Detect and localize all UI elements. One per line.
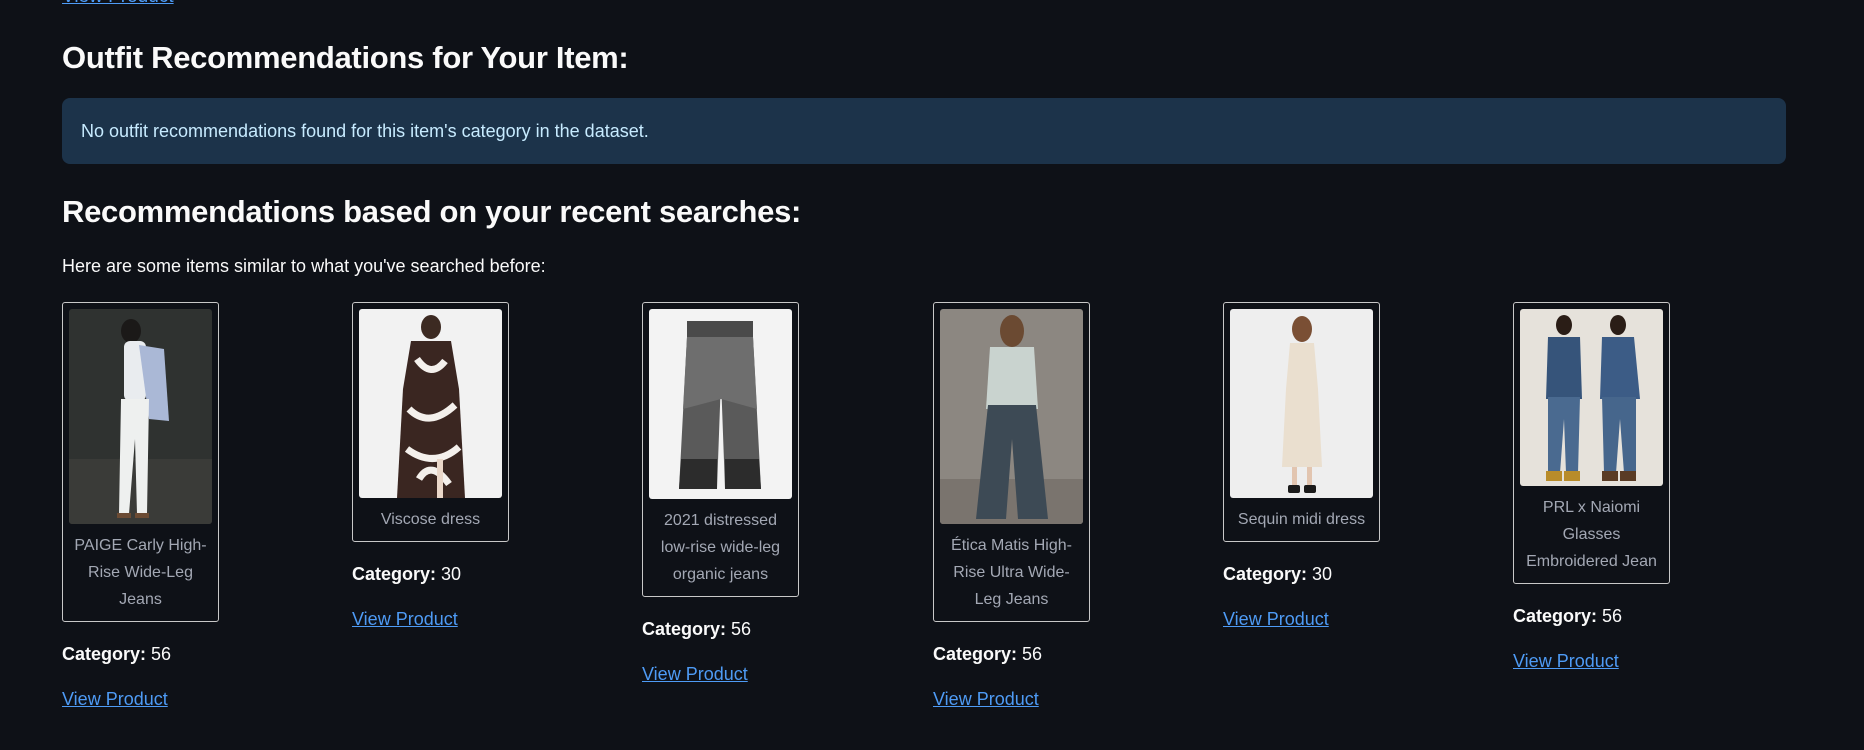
product-column: PAIGE Carly High-Rise Wide-Leg Jeans Cat… — [62, 302, 312, 710]
category-label: Category: — [933, 644, 1018, 664]
product-column: Sequin midi dress Category: 30 View Prod… — [1223, 302, 1473, 630]
two-models-denim-photo — [1520, 309, 1663, 486]
woman-white-jeans-photo — [69, 309, 212, 524]
product-card: PAIGE Carly High-Rise Wide-Leg Jeans — [62, 302, 219, 622]
category-label: Category: — [642, 619, 727, 639]
product-column: PRL x Naiomi Glasses Embroidered Jean Ca… — [1513, 302, 1763, 672]
woman-wide-jeans-photo — [940, 309, 1083, 524]
category-value: 30 — [1312, 564, 1333, 584]
product-name: 2021 distressed low-rise wide-leg organi… — [660, 512, 781, 583]
printed-dress-photo — [359, 309, 502, 498]
product-name: PAIGE Carly High-Rise Wide-Leg Jeans — [74, 537, 207, 608]
product-name: Sequin midi dress — [1237, 511, 1366, 528]
product-column: Ética Matis High-Rise Ultra Wide-Leg Jea… — [933, 302, 1183, 710]
product-category: Category: 56 — [1513, 606, 1763, 627]
product-category: Category: 30 — [1223, 564, 1473, 585]
page: View Product Outfit Recommendations for … — [0, 0, 1864, 750]
info-alert-text: No outfit recommendations found for this… — [81, 120, 649, 141]
view-product-link-top[interactable]: View Product — [62, 0, 174, 8]
category-value: 56 — [1022, 644, 1043, 664]
cream-dress-photo — [1230, 309, 1373, 498]
info-alert: No outfit recommendations found for this… — [62, 98, 1786, 164]
product-card: Ética Matis High-Rise Ultra Wide-Leg Jea… — [933, 302, 1090, 622]
product-name: Viscose dress — [380, 511, 481, 528]
product-card: PRL x Naiomi Glasses Embroidered Jean — [1513, 302, 1670, 584]
product-category: Category: 30 — [352, 564, 602, 585]
recent-intro: Here are some items similar to what you'… — [62, 256, 546, 276]
product-card: Viscose dress — [352, 302, 509, 542]
view-product-link[interactable]: View Product — [933, 689, 1039, 710]
product-category: Category: 56 — [642, 619, 892, 640]
category-value: 56 — [1602, 606, 1623, 626]
category-label: Category: — [1513, 606, 1598, 626]
category-value: 56 — [731, 619, 752, 639]
product-category: Category: 56 — [933, 644, 1183, 665]
category-label: Category: — [62, 644, 147, 664]
view-product-link[interactable]: View Product — [1223, 609, 1329, 630]
product-category: Category: 56 — [62, 644, 312, 665]
category-label: Category: — [352, 564, 437, 584]
view-product-link[interactable]: View Product — [352, 609, 458, 630]
product-card: Sequin midi dress — [1223, 302, 1380, 542]
product-column: 2021 distressed low-rise wide-leg organi… — [642, 302, 892, 685]
view-product-link[interactable]: View Product — [62, 689, 168, 710]
view-product-link[interactable]: View Product — [1513, 651, 1619, 672]
category-label: Category: — [1223, 564, 1308, 584]
product-card: 2021 distressed low-rise wide-leg organi… — [642, 302, 799, 597]
outfit-heading: Outfit Recommendations for Your Item: — [62, 40, 629, 75]
grey-jeans-photo — [649, 309, 792, 499]
view-product-link[interactable]: View Product — [642, 664, 748, 685]
category-value: 56 — [151, 644, 172, 664]
product-name: PRL x Naiomi Glasses Embroidered Jean — [1526, 499, 1657, 570]
recent-heading: Recommendations based on your recent sea… — [62, 194, 802, 229]
product-column: Viscose dress Category: 30 View Product — [352, 302, 602, 630]
product-name: Ética Matis High-Rise Ultra Wide-Leg Jea… — [951, 537, 1072, 608]
category-value: 30 — [441, 564, 462, 584]
